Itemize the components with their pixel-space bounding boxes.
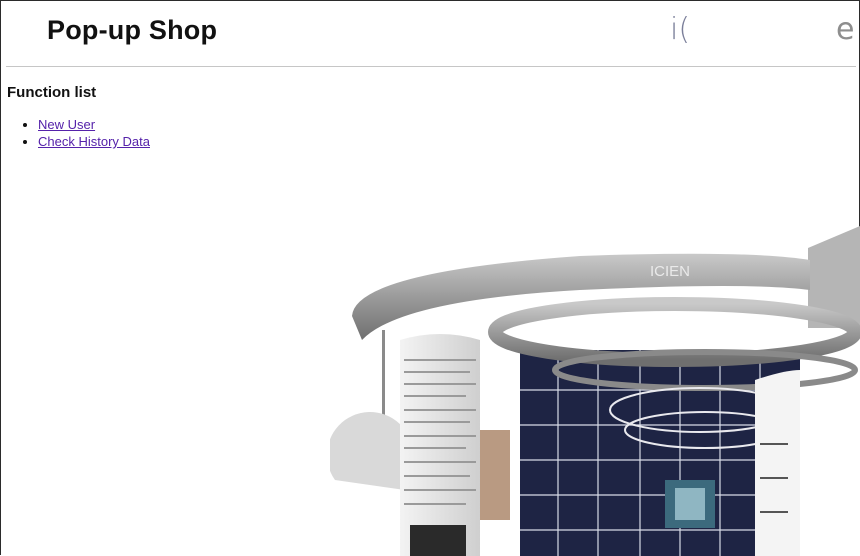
function-list: New User Check History Data	[8, 116, 150, 150]
list-item: New User	[38, 116, 150, 133]
booth-sign-text: ICIEN	[650, 263, 690, 280]
page-title: Pop-up Shop	[47, 15, 218, 45]
page-header: Pop-up Shop i( e	[0, 0, 860, 66]
list-item: Check History Data	[38, 133, 150, 150]
function-list-heading: Function list	[7, 84, 97, 101]
header-divider	[6, 66, 856, 67]
brand-logo-icon: i(	[670, 12, 691, 47]
check-history-data-link[interactable]: Check History Data	[38, 134, 150, 149]
brand-logo-partial-icon: e	[836, 12, 855, 47]
booth-render-image: ICIEN	[330, 226, 860, 556]
new-user-link[interactable]: New User	[38, 117, 95, 132]
